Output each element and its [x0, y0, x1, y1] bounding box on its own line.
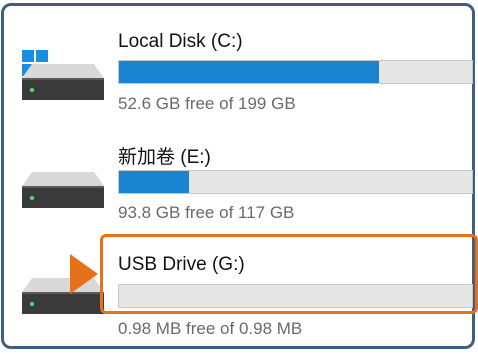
drive-usage-fill: [119, 171, 189, 193]
drive-free-space: 93.8 GB free of 117 GB: [118, 203, 295, 222]
drive-item-c[interactable]: Local Disk (C:) 52.6 GB free of 199 GB: [4, 26, 473, 136]
hard-drive-icon: [22, 172, 104, 208]
drive-free-space: 0.98 MB free of 0.98 MB: [118, 319, 303, 338]
drive-usage-bar: [118, 60, 473, 84]
drive-usage-fill: [119, 61, 379, 83]
drive-name: 新加卷 (E:): [118, 147, 211, 168]
pointer-arrow-icon: [70, 254, 98, 294]
drive-name: USB Drive (G:): [118, 254, 245, 275]
hard-drive-icon: [22, 64, 104, 100]
drive-free-space: 52.6 GB free of 199 GB: [118, 94, 296, 113]
drive-item-e[interactable]: 新加卷 (E:) 93.8 GB free of 117 GB: [4, 136, 473, 246]
drive-usage-bar: [118, 170, 473, 194]
drive-usage-bar: [118, 284, 473, 308]
drives-panel: Local Disk (C:) 52.6 GB free of 199 GB 新…: [1, 3, 475, 349]
drive-name: Local Disk (C:): [118, 31, 243, 52]
